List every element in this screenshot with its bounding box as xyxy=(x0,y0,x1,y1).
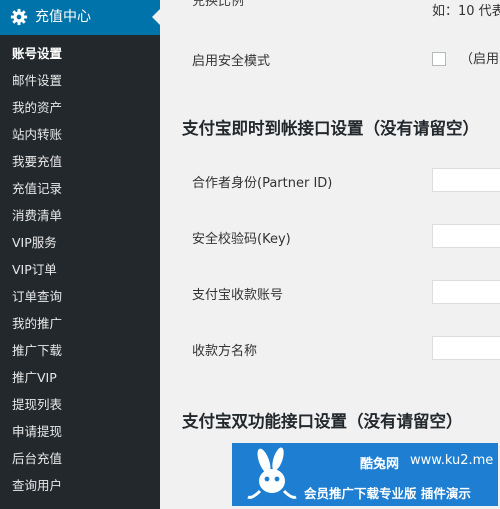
alipay-account-input[interactable] xyxy=(432,280,500,304)
sidebar-submenu: 账号设置 邮件设置 我的资产 站内转账 我要充值 充值记录 消费清单 VIP服务… xyxy=(0,43,160,502)
sidebar-item-email-settings[interactable]: 邮件设置 xyxy=(0,70,160,97)
payee-name-input[interactable] xyxy=(432,336,500,360)
sidebar-item-recharge-history[interactable]: 充值记录 xyxy=(0,178,160,205)
secure-mode-label: 启用安全模式 xyxy=(192,54,271,69)
sidebar-item-vip-orders[interactable]: VIP订单 xyxy=(0,259,160,286)
partner-id-input[interactable] xyxy=(432,168,500,192)
sidebar-item-query-user[interactable]: 查询用户 xyxy=(0,475,160,502)
banner-site-name: 酷兔网 xyxy=(360,457,400,472)
alipay-dual-section-title: 支付宝双功能接口设置（没有请留空） xyxy=(182,412,463,431)
ku2-watermark-banner: 酷兔网 www.ku2.me 会员推广下载专业版 插件演示 xyxy=(232,443,498,506)
sidebar-item-spending-list[interactable]: 消费清单 xyxy=(0,205,160,232)
gear-icon xyxy=(10,8,28,26)
security-key-input[interactable] xyxy=(432,224,500,248)
sidebar-item-my-assets[interactable]: 我的资产 xyxy=(0,97,160,124)
sidebar-header-recharge-center[interactable]: 充值中心 xyxy=(0,0,160,35)
rabbit-logo-icon xyxy=(247,447,297,499)
sidebar-item-admin-recharge[interactable]: 后台充值 xyxy=(0,448,160,475)
sidebar-item-apply-withdraw[interactable]: 申请提现 xyxy=(0,421,160,448)
payee-name-label: 收款方名称 xyxy=(192,344,258,359)
sidebar-item-my-promotion[interactable]: 我的推广 xyxy=(0,313,160,340)
sidebar-item-promotion-vip[interactable]: 推广VIP xyxy=(0,367,160,394)
sidebar-item-recharge[interactable]: 我要充值 xyxy=(0,151,160,178)
sidebar-item-promotion-download[interactable]: 推广下载 xyxy=(0,340,160,367)
sidebar-item-account-settings[interactable]: 账号设置 xyxy=(0,43,160,70)
sidebar-item-order-query[interactable]: 订单查询 xyxy=(0,286,160,313)
alipay-instant-section-title: 支付宝即时到帐接口设置（没有请留空） xyxy=(182,119,479,138)
secure-mode-checkbox[interactable] xyxy=(432,52,446,66)
exchange-ratio-hint: 如：10 代表 xyxy=(432,4,500,19)
sidebar-item-withdraw-list[interactable]: 提现列表 xyxy=(0,394,160,421)
security-key-label: 安全校验码(Key) xyxy=(192,232,291,247)
settings-form: 兑换比例 如：10 代表 启用安全模式 （启用 支付宝即时到帐接口设置（没有请留… xyxy=(160,0,500,509)
secure-mode-hint: （启用 xyxy=(460,52,500,67)
banner-tagline: 会员推广下载专业版 插件演示 xyxy=(304,486,471,501)
current-menu-indicator xyxy=(152,9,160,25)
banner-url: www.ku2.me xyxy=(410,453,494,468)
sidebar-item-transfer[interactable]: 站内转账 xyxy=(0,124,160,151)
admin-sidebar: 充值中心 账号设置 邮件设置 我的资产 站内转账 我要充值 充值记录 消费清单 … xyxy=(0,0,160,509)
sidebar-header-title: 充值中心 xyxy=(35,9,91,25)
partner-id-label: 合作者身份(Partner ID) xyxy=(192,176,333,191)
alipay-account-label: 支付宝收款账号 xyxy=(192,288,284,303)
sidebar-item-vip-service[interactable]: VIP服务 xyxy=(0,232,160,259)
exchange-ratio-label: 兑换比例 xyxy=(192,0,245,9)
